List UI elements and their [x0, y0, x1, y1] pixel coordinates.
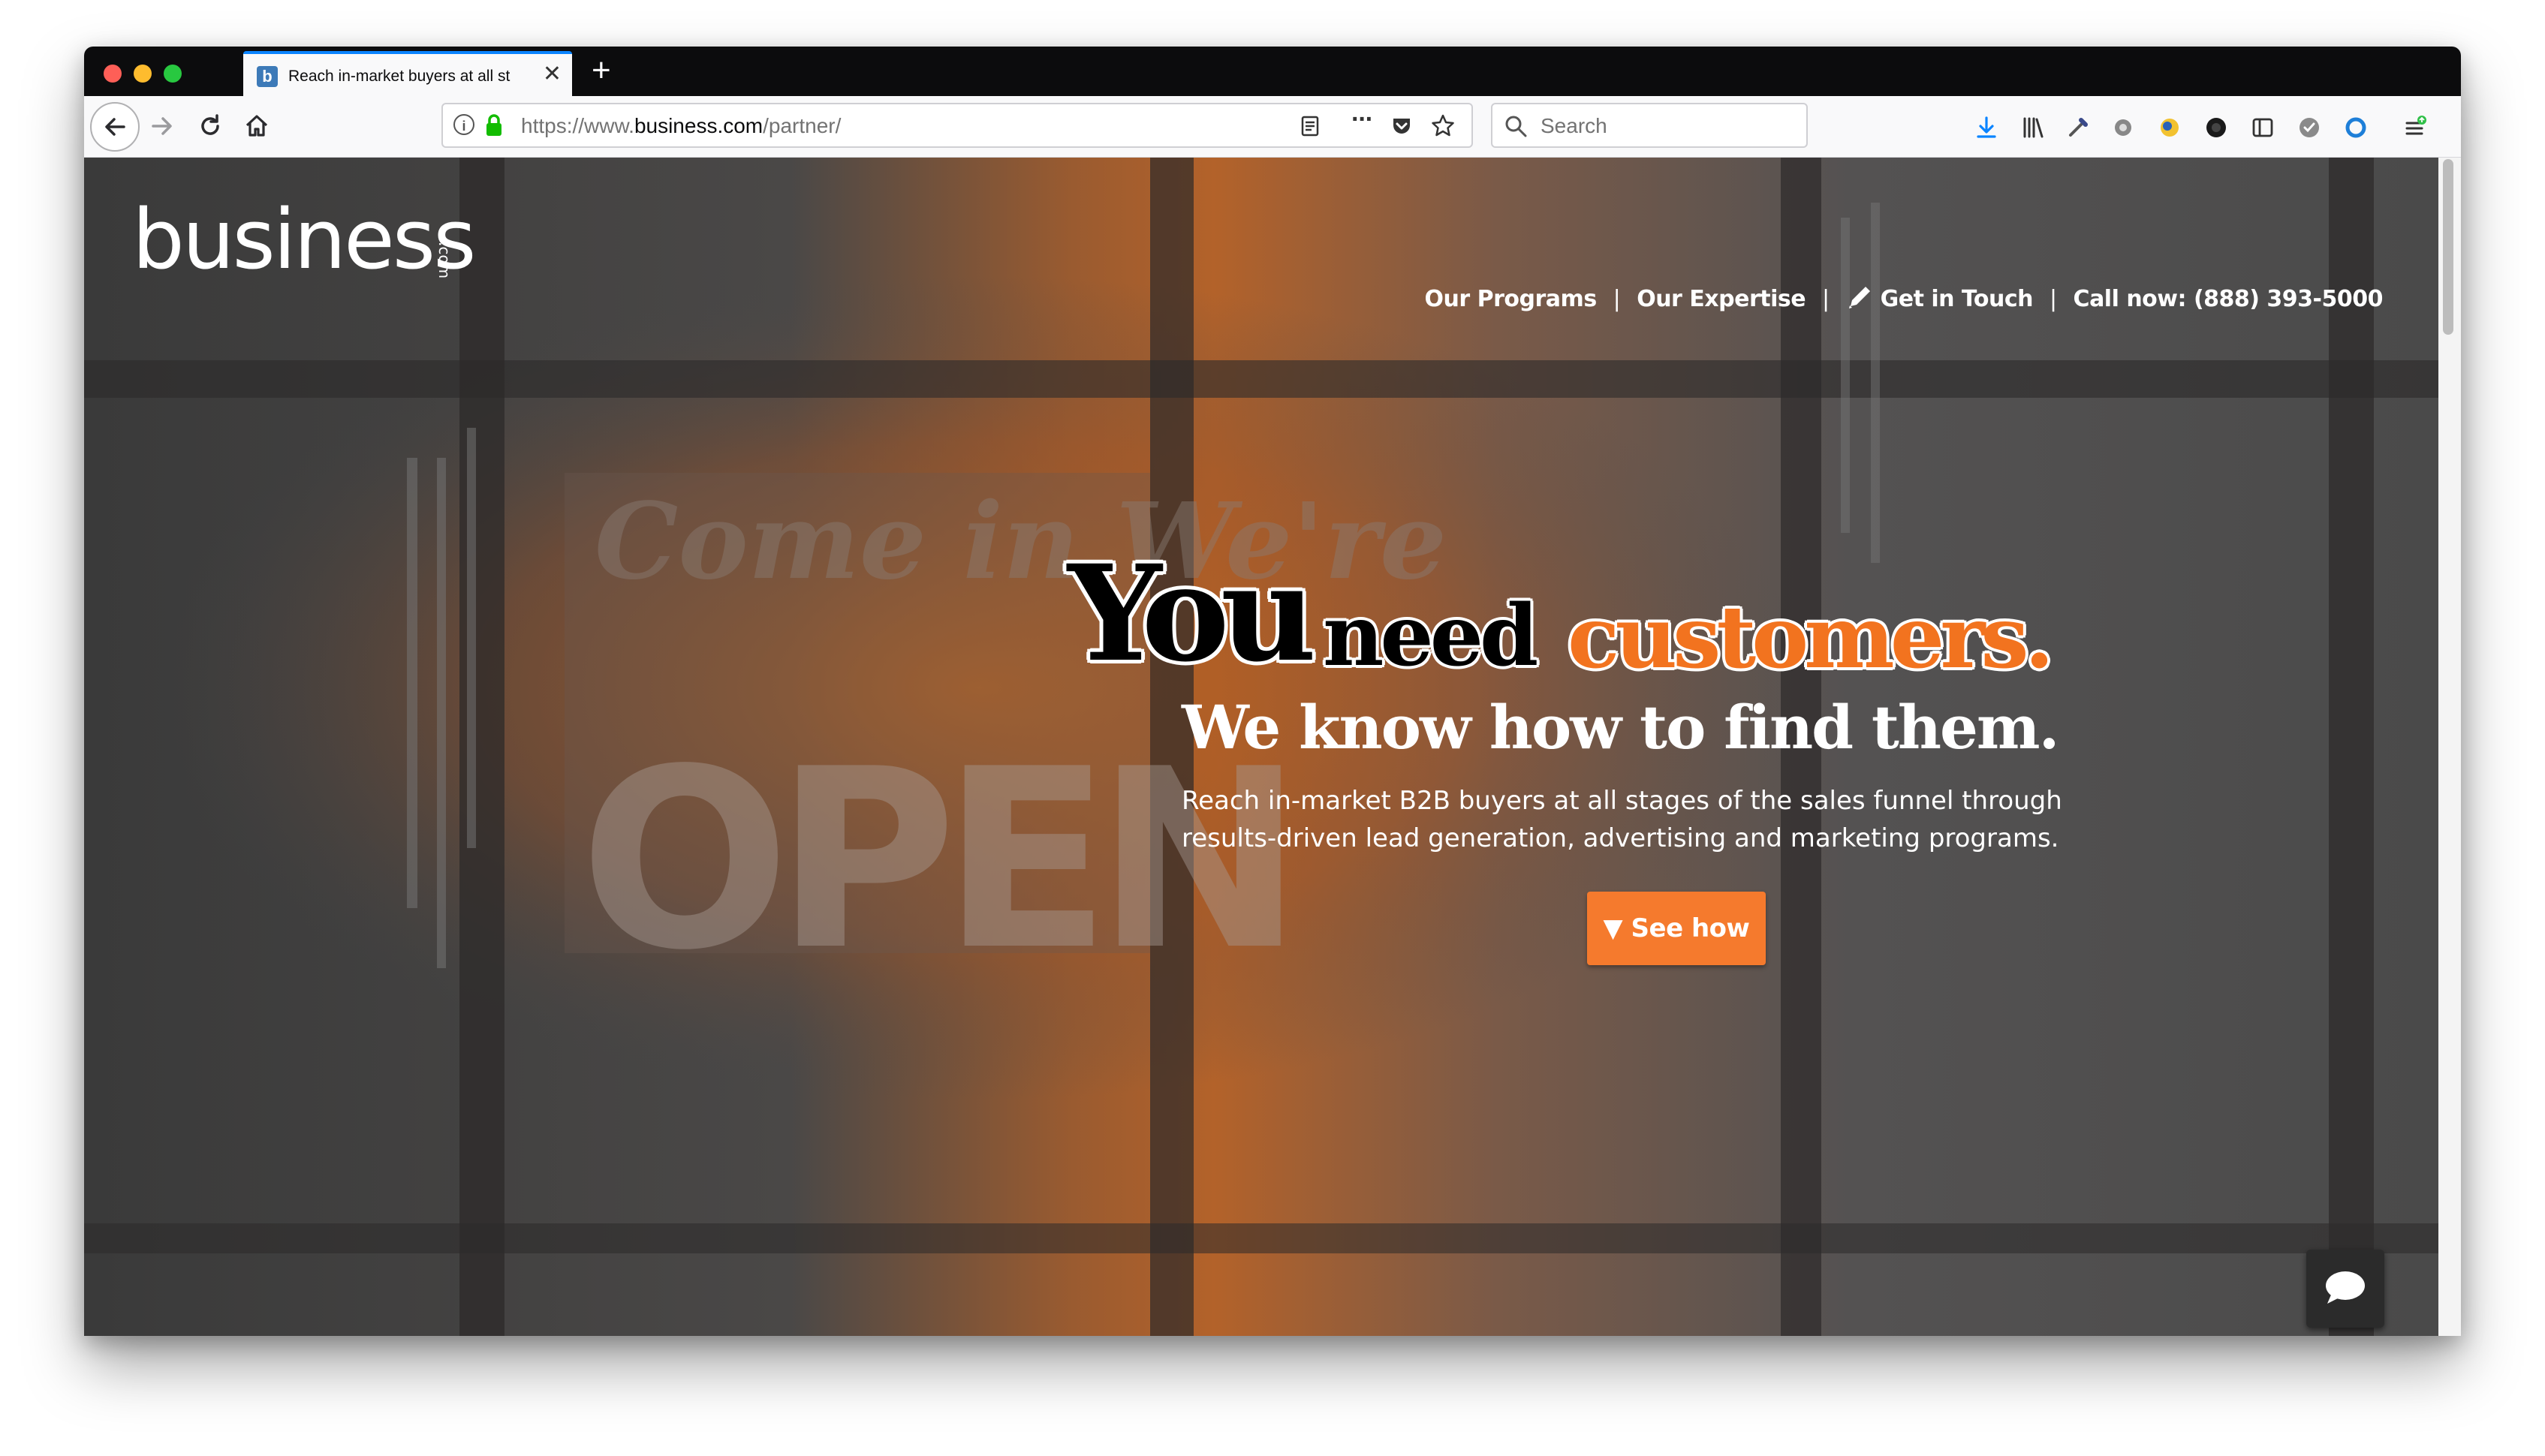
back-button[interactable] [90, 102, 140, 152]
page-content: OPEN Come in We're business .com Our Pro… [84, 158, 2438, 1336]
forward-icon[interactable] [149, 113, 176, 140]
extension-gear-icon[interactable] [2111, 116, 2135, 140]
favicon-icon: b [257, 66, 278, 87]
see-how-button[interactable]: ▼ See how [1587, 892, 1766, 965]
nav-separator: | [1613, 286, 1621, 312]
nav-our-expertise[interactable]: Our Expertise [1637, 284, 1806, 314]
chat-bubble-icon [2326, 1271, 2365, 1304]
downloads-icon[interactable] [1974, 116, 1998, 140]
browser-window: b Reach in-market buyers at all st ✕ + i [84, 47, 2461, 1336]
bookmark-star-icon[interactable] [1431, 113, 1455, 137]
extension-check-icon[interactable] [2297, 116, 2321, 140]
back-icon [105, 118, 125, 136]
extension-ring-icon[interactable] [2344, 116, 2368, 140]
sidebar-icon[interactable] [2251, 116, 2275, 140]
tab-strip: b Reach in-market buyers at all st ✕ + [84, 47, 2461, 96]
url-bar[interactable]: i https://www.business.com/partner/ ··· [441, 103, 1473, 148]
business-logo[interactable]: business [132, 198, 476, 281]
close-window-button[interactable] [104, 65, 122, 83]
nav-our-programs[interactable]: Our Programs [1425, 284, 1598, 314]
reload-icon[interactable] [197, 113, 224, 140]
extension-dark-icon[interactable] [2204, 116, 2228, 140]
url-text[interactable]: https://www.business.com/partner/ [521, 115, 841, 137]
scrollbar-thumb[interactable] [2443, 159, 2453, 335]
hero-headline-need: need [1323, 587, 1538, 685]
menu-icon[interactable] [2402, 116, 2426, 140]
browser-tab[interactable]: b Reach in-market buyers at all st ✕ [243, 51, 572, 96]
site-navigation: Our Programs | Our Expertise | Get in To… [1425, 284, 2384, 314]
nav-get-in-touch-label: Get in Touch [1880, 286, 2034, 312]
eyedropper-icon[interactable] [2066, 116, 2090, 140]
page-scrollbar[interactable] [2438, 158, 2461, 1336]
nav-phone[interactable]: Call now: (888) 393-5000 [2074, 284, 2384, 314]
extension-icon[interactable] [2158, 116, 2182, 140]
reader-view-icon[interactable] [1299, 115, 1321, 137]
search-icon [1505, 116, 1527, 137]
library-icon[interactable] [2021, 116, 2045, 140]
minimize-window-button[interactable] [134, 65, 152, 83]
hero-headline-customers: customers. [1568, 587, 2054, 687]
lock-icon[interactable] [485, 113, 503, 137]
info-icon[interactable]: i [453, 114, 474, 135]
home-icon[interactable] [243, 113, 270, 140]
pocket-icon[interactable] [1390, 115, 1413, 137]
pencil-icon [1848, 287, 1870, 308]
page-actions-icon[interactable]: ··· [1351, 107, 1374, 132]
tab-title: Reach in-market buyers at all st [288, 68, 511, 85]
hero-description: Reach in-market B2B buyers at all stages… [1182, 786, 2062, 853]
new-tab-button[interactable]: + [592, 53, 611, 89]
navigation-bar: i https://www.business.com/partner/ ··· [84, 96, 2461, 158]
chat-button[interactable] [2306, 1250, 2384, 1328]
nav-get-in-touch[interactable]: Get in Touch [1846, 284, 2034, 314]
search-bar[interactable]: Search [1491, 103, 1808, 148]
search-input[interactable]: Search [1541, 115, 1607, 137]
hero-headline-you: You [1068, 536, 1317, 691]
nav-separator: | [1822, 286, 1830, 312]
hero-section: You need customers. We know how to find … [1068, 548, 2389, 938]
tab-close-icon[interactable]: ✕ [543, 63, 562, 86]
nav-separator: | [2049, 286, 2057, 312]
hero-subtitle: We know how to find them. [1182, 692, 2059, 763]
logo-com-suffix: .com [435, 242, 453, 279]
maximize-window-button[interactable] [164, 65, 182, 83]
